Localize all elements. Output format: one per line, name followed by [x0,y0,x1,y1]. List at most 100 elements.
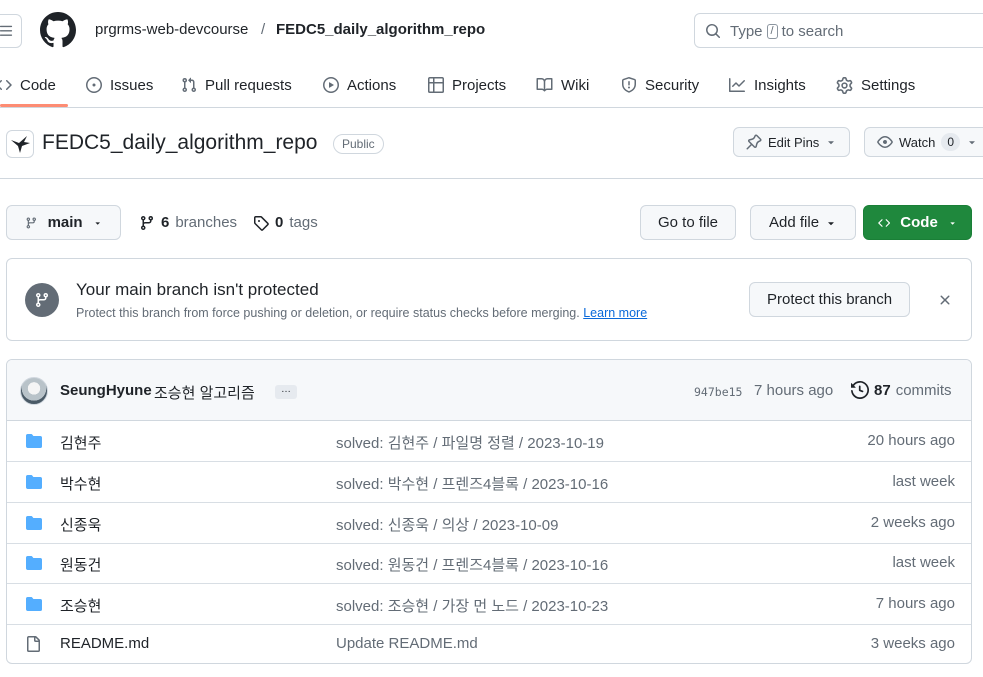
shield-icon [622,77,636,93]
search-shortcut-key: / [766,24,778,39]
tab-pull-requests[interactable]: Pull requests [181,62,292,108]
tab-settings[interactable]: Settings [836,62,915,108]
file-name[interactable]: 원동건 [60,554,101,575]
folder-icon [26,556,42,570]
tab-label: Wiki [561,76,590,94]
caret-down-icon [828,221,834,225]
file-name[interactable]: 신종욱 [60,514,101,535]
play-icon [323,77,339,93]
tab-wiki[interactable]: Wiki [536,62,589,108]
search-placeholder: Type / to search [730,23,843,40]
history-icon [851,381,869,399]
folder-icon [26,475,42,489]
tags-label: tags [289,214,318,231]
protect-description: Protect this branch from force pushing o… [76,306,647,320]
add-file-button[interactable]: Add file [750,205,857,240]
file-row[interactable]: 박수현 solved: 박수현 / 프렌즈4블록 / 2023-10-16 la… [7,462,971,503]
code-icon [878,218,891,227]
folder-icon [26,516,42,530]
branches-link[interactable]: 6 branches [139,214,237,231]
go-to-file-button[interactable]: Go to file [640,205,737,240]
protect-title: Your main branch isn't protected [76,280,319,299]
tab-insights[interactable]: Insights [728,62,806,108]
file-row[interactable]: 조승현 solved: 조승현 / 가장 먼 노드 / 2023-10-23 7… [7,584,971,625]
file-row[interactable]: 원동건 solved: 원동건 / 프렌즈4블록 / 2023-10-16 la… [7,543,971,584]
search-input[interactable]: Type / to search [694,13,983,48]
tag-icon [254,215,269,231]
tab-issues[interactable]: Issues [86,62,153,108]
branch-name: main [47,214,83,231]
folder-icon [26,434,42,448]
repo-title[interactable]: FEDC5_daily_algorithm_repo [42,131,317,155]
tab-actions[interactable]: Actions [323,62,396,108]
expand-commit-button[interactable]: … [275,385,297,399]
file-name[interactable]: README.md [60,635,149,652]
commits-count: 87 [874,381,891,399]
branch-icon [35,293,48,308]
tab-label: Actions [347,76,397,94]
branch-protection-banner: Your main branch isn't protected Protect… [6,258,972,341]
file-name[interactable]: 조승현 [60,595,101,616]
file-row[interactable]: 김현주 solved: 김현주 / 파일명 정렬 / 2023-10-19 20… [7,421,971,462]
active-tab-indicator [0,104,68,107]
search-icon [706,24,721,39]
commit-author[interactable]: SeungHyune [60,382,152,399]
file-commit-time: 20 hours ago [867,432,955,449]
repo-owner-avatar[interactable] [6,130,34,158]
caret-down-icon [95,221,100,225]
breadcrumb-repo[interactable]: FEDC5_daily_algorithm_repo [276,21,485,38]
close-icon[interactable] [937,292,953,308]
edit-pins-button[interactable]: Edit Pins [733,127,851,157]
commits-link[interactable]: 87 commits [851,381,952,399]
tab-label: Issues [110,76,154,94]
file-icon [27,636,40,652]
add-file-label: Add file [769,214,820,231]
menu-button[interactable] [0,14,22,48]
tab-label: Projects [452,76,507,94]
commit-sha[interactable]: 947be15 [694,385,742,399]
file-commit-message[interactable]: solved: 조승현 / 가장 먼 노드 / 2023-10-23 [336,595,608,616]
latest-commit-bar: SeungHyune 조승현 알고리즘 … 947be15 7 hours ag… [7,360,971,421]
global-header: prgrms-web-devcourse / FEDC5_daily_algor… [0,0,983,62]
file-name[interactable]: 박수현 [60,473,101,494]
code-button[interactable]: Code [863,205,972,240]
gear-icon [836,76,853,94]
file-commit-message[interactable]: solved: 원동건 / 프렌즈4블록 / 2023-10-16 [336,554,608,575]
commit-message[interactable]: 조승현 알고리즘 [154,382,255,403]
learn-more-link[interactable]: Learn more [583,306,647,320]
file-commit-time: last week [892,473,955,490]
hamburger-icon [0,25,13,36]
tab-security[interactable]: Security [621,62,699,108]
tab-label: Insights [754,76,806,94]
tab-projects[interactable]: Projects [428,62,506,108]
edit-pins-label: Edit Pins [768,134,820,150]
protect-branch-button[interactable]: Protect this branch [749,282,911,317]
search-placeholder-after: to search [781,23,844,40]
breadcrumb-owner[interactable]: prgrms-web-devcourse [95,21,248,38]
watch-label: Watch [899,134,936,150]
avatar[interactable] [20,377,48,405]
file-commit-message[interactable]: solved: 김현주 / 파일명 정렬 / 2023-10-19 [336,432,604,453]
file-commit-message[interactable]: Update README.md [336,635,478,652]
file-commit-time: last week [892,554,955,571]
branch-select-button[interactable]: main [6,205,121,240]
tab-label: Code [20,76,56,94]
file-row[interactable]: 신종욱 solved: 신종욱 / 의상 / 2023-10-09 2 week… [7,503,971,544]
file-commit-message[interactable]: solved: 박수현 / 프렌즈4블록 / 2023-10-16 [336,473,608,494]
folder-icon [26,597,42,611]
repo-header: FEDC5_daily_algorithm_repo Public Edit P… [0,109,983,179]
code-icon [0,79,12,91]
pin-icon [746,134,762,150]
file-commit-message[interactable]: solved: 신종욱 / 의상 / 2023-10-09 [336,514,558,535]
branch-toolbar: main 6 branches 0 tags Go to file Add fi… [0,205,983,241]
tab-code[interactable]: Code [0,62,56,108]
tags-link[interactable]: 0 tags [253,214,318,231]
file-row[interactable]: README.md Update README.md 3 weeks ago [7,624,971,663]
watch-button[interactable]: Watch 0 [864,127,983,157]
branch-icon [140,215,153,230]
pull-request-icon [182,77,197,93]
file-name[interactable]: 김현주 [60,432,101,453]
commit-time: 7 hours ago [754,382,834,399]
github-logo-icon[interactable] [40,12,76,48]
breadcrumb-separator: / [261,21,266,38]
